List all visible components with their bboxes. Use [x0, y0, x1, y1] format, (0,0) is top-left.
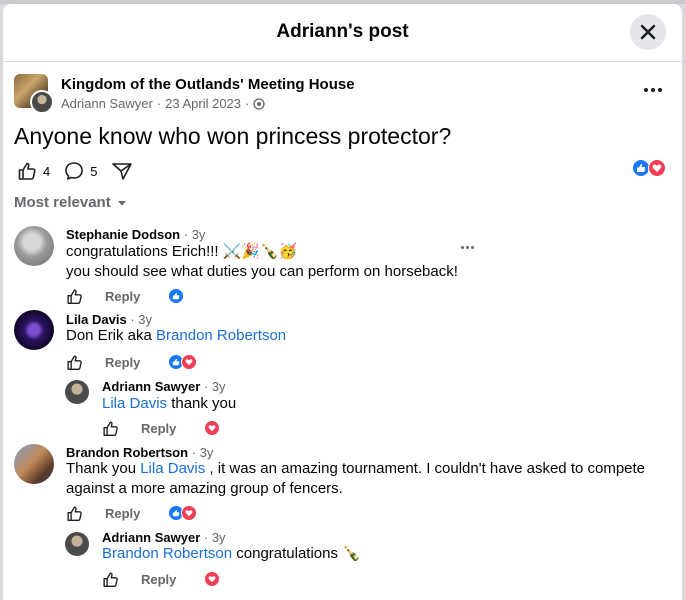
- author-avatar[interactable]: [30, 90, 54, 114]
- comment-age: · 3y: [183, 227, 206, 242]
- mention-link[interactable]: Lila Davis: [140, 460, 205, 477]
- group-name-link[interactable]: Kingdom of the Outlands' Meeting House: [61, 76, 355, 93]
- post-reactions[interactable]: [632, 159, 672, 179]
- like-count: 4: [43, 163, 51, 179]
- thumbs-up-icon[interactable]: [102, 420, 119, 437]
- love-icon: [181, 354, 198, 370]
- comment-tools: Reply: [66, 351, 198, 373]
- comment-author[interactable]: Stephanie Dodson · 3y: [66, 227, 205, 242]
- comment-age: · 3y: [203, 379, 226, 394]
- commenter-avatar[interactable]: [14, 310, 54, 350]
- post-meta: Adriann Sawyer · 23 April 2023 ·: [61, 96, 266, 111]
- comment-age: · 3y: [191, 445, 214, 460]
- thumbs-up-icon[interactable]: [66, 288, 83, 305]
- close-button[interactable]: [630, 14, 666, 50]
- meta-separator: ·: [245, 96, 250, 111]
- comment-reactions[interactable]: [168, 505, 198, 521]
- caret-down-icon: [117, 200, 126, 205]
- post-actions: 4 5: [17, 158, 153, 184]
- comment-author[interactable]: Adriann Sawyer · 3y: [102, 379, 226, 394]
- comment-text: Brandon Robertson congratulations 🍾: [102, 545, 361, 562]
- share-icon: [112, 163, 133, 180]
- comment-tools: Reply: [102, 417, 221, 439]
- reply-button[interactable]: Reply: [105, 355, 140, 370]
- comment-age: · 3y: [130, 312, 152, 327]
- thumbs-up-icon[interactable]: [66, 505, 83, 522]
- post-date[interactable]: 23 April 2023: [165, 96, 241, 111]
- post-options-button[interactable]: [642, 80, 664, 100]
- thumbs-up-icon[interactable]: [102, 571, 119, 588]
- love-icon: [181, 505, 198, 521]
- commenter-avatar[interactable]: [65, 532, 89, 556]
- love-icon: [204, 571, 221, 587]
- comment-text: congratulations Erich!!! ⚔️🎉🍾🥳: [66, 243, 298, 260]
- comment-sort-dropdown[interactable]: Most relevant: [14, 194, 127, 211]
- post-header: Kingdom of the Outlands' Meeting House A…: [14, 74, 674, 114]
- sort-label: Most relevant: [14, 194, 111, 211]
- commenter-avatar[interactable]: [65, 380, 89, 404]
- dialog-title: Adriann's post: [276, 21, 409, 42]
- reply-button[interactable]: Reply: [105, 289, 140, 304]
- mention-link[interactable]: Lila Davis: [102, 395, 167, 412]
- thumbs-up-icon: [18, 162, 36, 180]
- reply-button[interactable]: Reply: [105, 506, 140, 521]
- comment-author[interactable]: Lila Davis · 3y: [66, 312, 152, 327]
- like-icon: [168, 288, 185, 304]
- group-avatar[interactable]: [14, 74, 54, 114]
- love-icon: [204, 420, 221, 436]
- comment-tools: Reply: [66, 285, 185, 307]
- comment-text-line2: against a more amazing group of fencers.: [66, 480, 343, 497]
- comment-author[interactable]: Brandon Robertson · 3y: [66, 445, 213, 460]
- comment-reactions[interactable]: [204, 571, 221, 587]
- comment-text: Lila Davis thank you: [102, 395, 237, 412]
- comment-text: Don Erik aka Brandon Robertson: [66, 327, 287, 344]
- comment-options-button[interactable]: [461, 246, 474, 249]
- reply-button[interactable]: Reply: [141, 572, 176, 587]
- comment-reactions[interactable]: [168, 354, 198, 370]
- commenter-avatar[interactable]: [14, 444, 54, 484]
- comment-tools: Reply: [102, 568, 221, 590]
- comment-text: Thank you Lila Davis , it was an amazing…: [66, 460, 646, 477]
- post-text: Anyone know who won princess protector?: [14, 123, 452, 149]
- comment-count: 5: [90, 163, 98, 179]
- commenter-avatar[interactable]: [14, 226, 54, 266]
- comment-age: · 3y: [203, 530, 226, 545]
- like-button[interactable]: 4: [17, 161, 50, 181]
- comment-author[interactable]: Adriann Sawyer · 3y: [102, 530, 226, 545]
- post-author-link[interactable]: Adriann Sawyer: [61, 96, 153, 111]
- close-icon: [640, 24, 656, 40]
- mention-link[interactable]: Brandon Robertson: [102, 545, 232, 562]
- share-button[interactable]: [111, 161, 139, 181]
- comment-tools: Reply: [66, 502, 198, 524]
- comment-reactions[interactable]: [168, 288, 185, 304]
- reply-button[interactable]: Reply: [141, 421, 176, 436]
- thumbs-up-icon[interactable]: [66, 354, 83, 371]
- comment-reactions[interactable]: [204, 420, 221, 436]
- meta-separator: ·: [156, 96, 162, 111]
- comment-text-line2: you should see what duties you can perfo…: [66, 263, 458, 280]
- dialog-header: Adriann's post: [3, 4, 682, 62]
- comment-button[interactable]: 5: [64, 161, 97, 181]
- love-reaction-icon: [648, 159, 666, 177]
- post-dialog: Adriann's post Kingdom of the Outlands' …: [3, 4, 682, 600]
- globe-icon: [253, 97, 266, 110]
- comment-icon: [65, 162, 84, 180]
- mention-link[interactable]: Brandon Robertson: [156, 327, 286, 344]
